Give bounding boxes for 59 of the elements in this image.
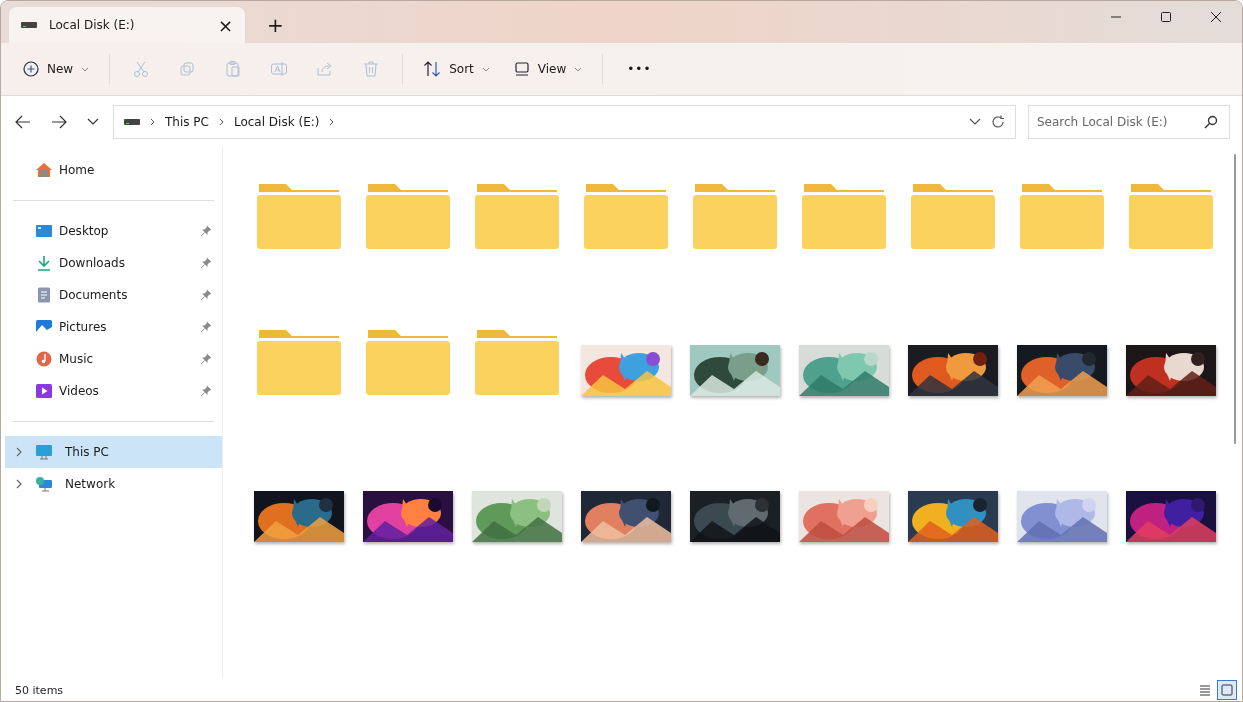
sidebar-item[interactable]: Desktop [5, 215, 222, 247]
forward-icon[interactable] [51, 115, 67, 129]
network-icon [35, 476, 53, 492]
rename-icon [270, 60, 289, 78]
document-icon [35, 287, 53, 303]
desktop-icon [35, 223, 53, 239]
search-icon[interactable] [1204, 115, 1218, 129]
sidebar-item[interactable]: Network [5, 468, 222, 500]
view-button[interactable]: View [503, 56, 593, 82]
copy-icon [178, 60, 197, 78]
sidebar-item[interactable]: Videos [5, 375, 222, 407]
plus-icon [23, 61, 39, 77]
video-icon [35, 383, 53, 399]
sort-icon [423, 61, 442, 77]
caret-icon [81, 66, 90, 72]
recent-locations-icon[interactable] [87, 118, 99, 126]
breadcrumb-item[interactable]: This PC [165, 115, 209, 129]
breadcrumb-item[interactable]: Local Disk (E:) [233, 115, 320, 129]
close-icon[interactable] [1210, 11, 1222, 23]
back-icon[interactable] [15, 115, 31, 129]
chevron-icon[interactable] [150, 118, 155, 126]
pictures-icon [35, 319, 53, 335]
search-field[interactable]: Search Local Disk (E:) [1028, 105, 1230, 139]
drive-icon [124, 118, 140, 126]
computer-icon [35, 444, 53, 460]
trash-icon [362, 60, 381, 78]
close-tab-button[interactable]: × [217, 14, 233, 36]
caret-icon [481, 66, 490, 72]
download-icon [35, 255, 53, 271]
dropdown-icon[interactable] [969, 118, 981, 126]
address-bar[interactable]: This PC Local Disk (E:) [113, 105, 1016, 139]
sidebar-item[interactable]: Downloads [5, 247, 222, 279]
sidebar-item[interactable]: This PC [5, 436, 222, 468]
expand-chevron-icon[interactable] [15, 479, 23, 489]
clipboard-icon [224, 60, 243, 78]
caret-icon [574, 66, 583, 72]
new-button[interactable]: New [13, 55, 100, 83]
item-count: 50 items [15, 683, 64, 697]
expand-chevron-icon[interactable] [15, 447, 23, 457]
sort-button[interactable]: Sort [413, 55, 500, 83]
home-icon [35, 162, 53, 178]
sidebar-item[interactable]: Music [5, 343, 222, 375]
tab-title: Local Disk (E:) [49, 18, 136, 32]
chevron-icon[interactable] [218, 118, 224, 126]
new-tab-button[interactable]: + [267, 15, 284, 35]
chevron-icon[interactable] [329, 118, 335, 126]
music-icon [35, 351, 53, 367]
drive-icon [21, 21, 37, 29]
more-button[interactable]: ••• [613, 56, 666, 82]
sidebar-item[interactable]: Pictures [5, 311, 222, 343]
refresh-icon[interactable] [991, 115, 1005, 129]
monitor-icon [513, 62, 530, 76]
maximize-icon[interactable] [1160, 11, 1172, 23]
scrollbar[interactable] [1234, 154, 1236, 444]
large-icons-view-icon[interactable] [1218, 681, 1236, 699]
scissors-icon [132, 60, 151, 78]
sidebar-item[interactable]: Documents [5, 279, 222, 311]
sidebar-item[interactable]: Home [5, 154, 222, 186]
tab[interactable]: Local Disk (E:) × [9, 7, 245, 43]
